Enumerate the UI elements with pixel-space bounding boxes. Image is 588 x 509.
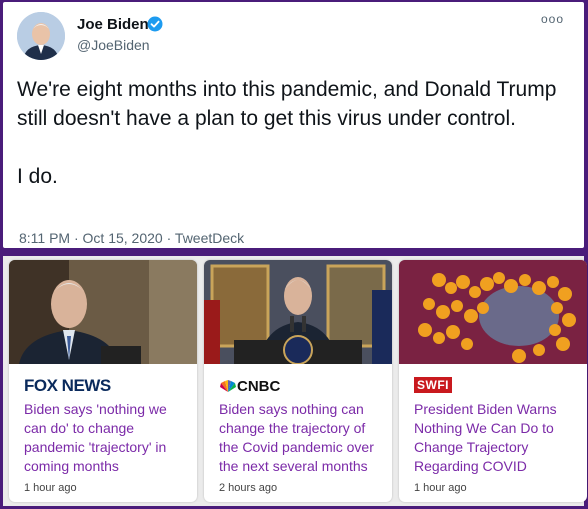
verified-badge-icon — [147, 16, 163, 32]
meta-separator: · — [162, 230, 175, 246]
news-time: 1 hour ago — [24, 482, 77, 494]
news-card-image — [204, 260, 392, 364]
news-headline[interactable]: President Biden Warns Nothing We Can Do … — [414, 400, 576, 476]
news-time: 1 hour ago — [414, 482, 467, 494]
source-logo-cnbc: CNBC — [219, 376, 280, 396]
news-cards-strip: FOX NEWS Biden says 'nothing we can do' … — [3, 256, 587, 506]
tweet-timestamp[interactable]: 8:11 PM · Oct 15, 2020 — [19, 230, 163, 246]
tweet-text: We're eight months into this pandemic, a… — [17, 75, 573, 191]
source-name: SWFI — [414, 377, 452, 393]
news-card-image — [9, 260, 197, 364]
news-headline[interactable]: Biden says 'nothing we can do' to change… — [24, 400, 186, 476]
tweet-card: Joe Biden @JoeBiden ooo We're eight mont… — [3, 2, 584, 248]
peacock-icon — [220, 380, 236, 392]
tweet-meta: 8:11 PM · Oct 15, 2020 · TweetDeck — [19, 230, 244, 246]
author-name[interactable]: Joe Biden — [77, 16, 149, 33]
news-headline[interactable]: Biden says nothing can change the trajec… — [219, 400, 381, 476]
avatar[interactable] — [17, 12, 65, 60]
news-card-swfi[interactable]: SWFI President Biden Warns Nothing We Ca… — [399, 260, 587, 502]
news-card-fox[interactable]: FOX NEWS Biden says 'nothing we can do' … — [9, 260, 197, 502]
news-card-image — [399, 260, 587, 364]
source-name: CNBC — [237, 377, 281, 395]
source-logo-fox: FOX NEWS — [24, 376, 111, 395]
tweet-source[interactable]: TweetDeck — [175, 230, 244, 246]
news-time: 2 hours ago — [219, 482, 278, 494]
tweet-paragraph: I do. — [17, 165, 58, 188]
source-logo-swfi: SWFI — [414, 376, 452, 396]
author-handle[interactable]: @JoeBiden — [77, 37, 150, 53]
more-options-icon[interactable]: ooo — [541, 12, 564, 26]
news-card-cnbc[interactable]: CNBC Biden says nothing can change the t… — [204, 260, 392, 502]
tweet-paragraph: We're eight months into this pandemic, a… — [17, 78, 557, 130]
